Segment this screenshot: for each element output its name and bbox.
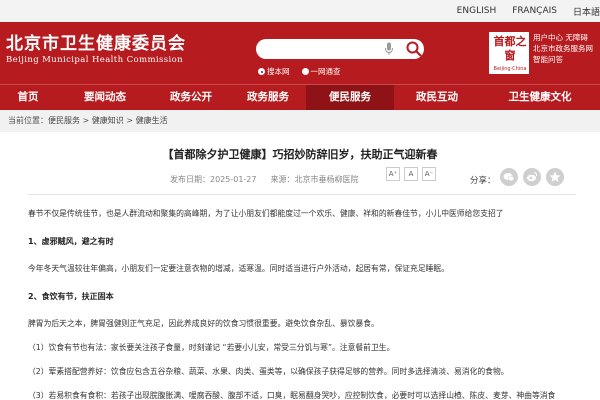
breadcrumb: 当前位置：便民服务 > 健康知识 > 健康生活 (0, 110, 600, 132)
breadcrumb-prefix: 当前位置： (8, 116, 48, 125)
site-header: 北京市卫生健康委员会 Beijing Municipal Health Comm… (0, 22, 600, 84)
site-title-en: Beijing Municipal Health Commission (6, 55, 184, 65)
nav-item-gov-service[interactable]: 政务服务 (232, 85, 304, 110)
publish-date: 发布日期：2025-01-27 (170, 175, 257, 184)
article-paragraph: （2）荤素搭配营养好：饮食应包含五谷杂粮、蔬菜、水果、肉类、蛋类等，以确保孩子获… (28, 367, 509, 376)
quick-link-gov-service[interactable]: 北京市政务服务网 (533, 43, 593, 54)
radio-checked-icon (258, 68, 265, 75)
lang-japanese-link[interactable]: 日本語 (573, 5, 600, 18)
article-meta: 发布日期：2025-01-27 来源：北京市垂杨柳医院 (170, 174, 359, 185)
share-label: 分享： (470, 176, 496, 186)
search-scope: 搜本网 一网通查 (258, 66, 341, 77)
font-normal-button[interactable]: A (404, 167, 418, 181)
nav-item-health-culture[interactable]: 卫生健康文化 (480, 85, 600, 110)
article-paragraph: （3）若易积食有食积：若孩子出现脘腹胀满、嗳腐吞酸、腹部不适，口臭，眠易翻身哭吵… (28, 391, 556, 400)
site-title-cn: 北京市卫生健康委员会 (6, 34, 186, 54)
font-size-controls: A⁺ A A⁻ (386, 167, 436, 181)
article-divider (28, 194, 576, 195)
search-input[interactable] (256, 39, 424, 59)
quick-link-smart-qa[interactable]: 智能问答 (533, 54, 593, 65)
article-paragraph: 春节不仅是传统佳节，也是人群流动和聚集的高峰期，为了让小朋友们都能度过一个欢乐、… (28, 209, 504, 218)
article-paragraph: 今年冬天气温较往年偏高，小朋友们一定要注意衣物的增减，适寒温。同时适当进行户外活… (28, 264, 450, 273)
breadcrumb-sep: > (80, 116, 92, 125)
microphone-icon[interactable] (384, 42, 394, 56)
page: { "top_links": ["ENGLISH", "FRANÇAIS", "… (0, 0, 600, 400)
wechat-share-icon[interactable] (500, 168, 518, 186)
nav-item-gov-info[interactable]: 政务公开 (150, 85, 232, 110)
site-brand[interactable]: 北京市卫生健康委员会 Beijing Municipal Health Comm… (6, 34, 186, 65)
quick-link-user-center[interactable]: 用户中心 无障碍 (533, 32, 593, 43)
lang-english-link[interactable]: ENGLISH (457, 6, 497, 16)
radio-this-site[interactable]: 搜本网 (258, 66, 290, 77)
article-source: 来源：北京市垂杨柳医院 (270, 175, 359, 184)
logo-text: 首都之窗 (493, 35, 527, 62)
font-smaller-button[interactable]: A⁻ (422, 167, 436, 181)
article-paragraph: 脾胃为后天之本，脾胃强健则正气充足，因此养成良好的饮食习惯很重要。避免饮食杂乱、… (28, 319, 379, 328)
top-utility-bar: ENGLISH FRANÇAIS 日本語 (0, 0, 600, 22)
radio-all-site[interactable]: 一网通查 (301, 66, 341, 77)
breadcrumb-sep: > (123, 116, 136, 125)
search-icon[interactable] (405, 40, 423, 58)
article-heading: 1、虚邪贼风，避之有时 (28, 237, 114, 246)
radio-unchecked-icon (301, 68, 309, 75)
nav-item-interaction[interactable]: 政民互动 (394, 85, 480, 110)
breadcrumb-healthy-life[interactable]: 健康生活 (136, 116, 168, 125)
capital-window-logo[interactable]: 首都之窗 Beijing·China (489, 32, 529, 74)
quick-links: 用户中心 无障碍 北京市政务服务网 智能问答 (533, 32, 593, 65)
nav-item-public-service[interactable]: 便民服务 (306, 85, 394, 110)
article-title: 【首都除夕护卫健康】巧招妙防辞旧岁，扶助正气迎新春 (162, 148, 438, 161)
article-heading: 2、食饮有节，扶正固本 (28, 292, 114, 301)
lang-french-link[interactable]: FRANÇAIS (512, 6, 557, 16)
breadcrumb-health-knowledge[interactable]: 健康知识 (92, 116, 124, 125)
logo-caption: Beijing·China (493, 66, 527, 72)
nav-item-news[interactable]: 要闻动态 (60, 85, 150, 110)
weibo-share-icon[interactable] (523, 168, 541, 186)
font-larger-button[interactable]: A⁺ (386, 167, 400, 181)
qzone-share-icon[interactable] (546, 168, 564, 186)
article-paragraph: （1）饮食有节也有法：家长要关注孩子食量，时刻谨记 “若要小儿安，常受三分饥与寒… (28, 343, 395, 352)
breadcrumb-public-service[interactable]: 便民服务 (48, 116, 80, 125)
main-nav: 首页 要闻动态 政务公开 政务服务 便民服务 政民互动 卫生健康文化 (0, 84, 600, 110)
nav-item-home[interactable]: 首页 (0, 85, 56, 110)
